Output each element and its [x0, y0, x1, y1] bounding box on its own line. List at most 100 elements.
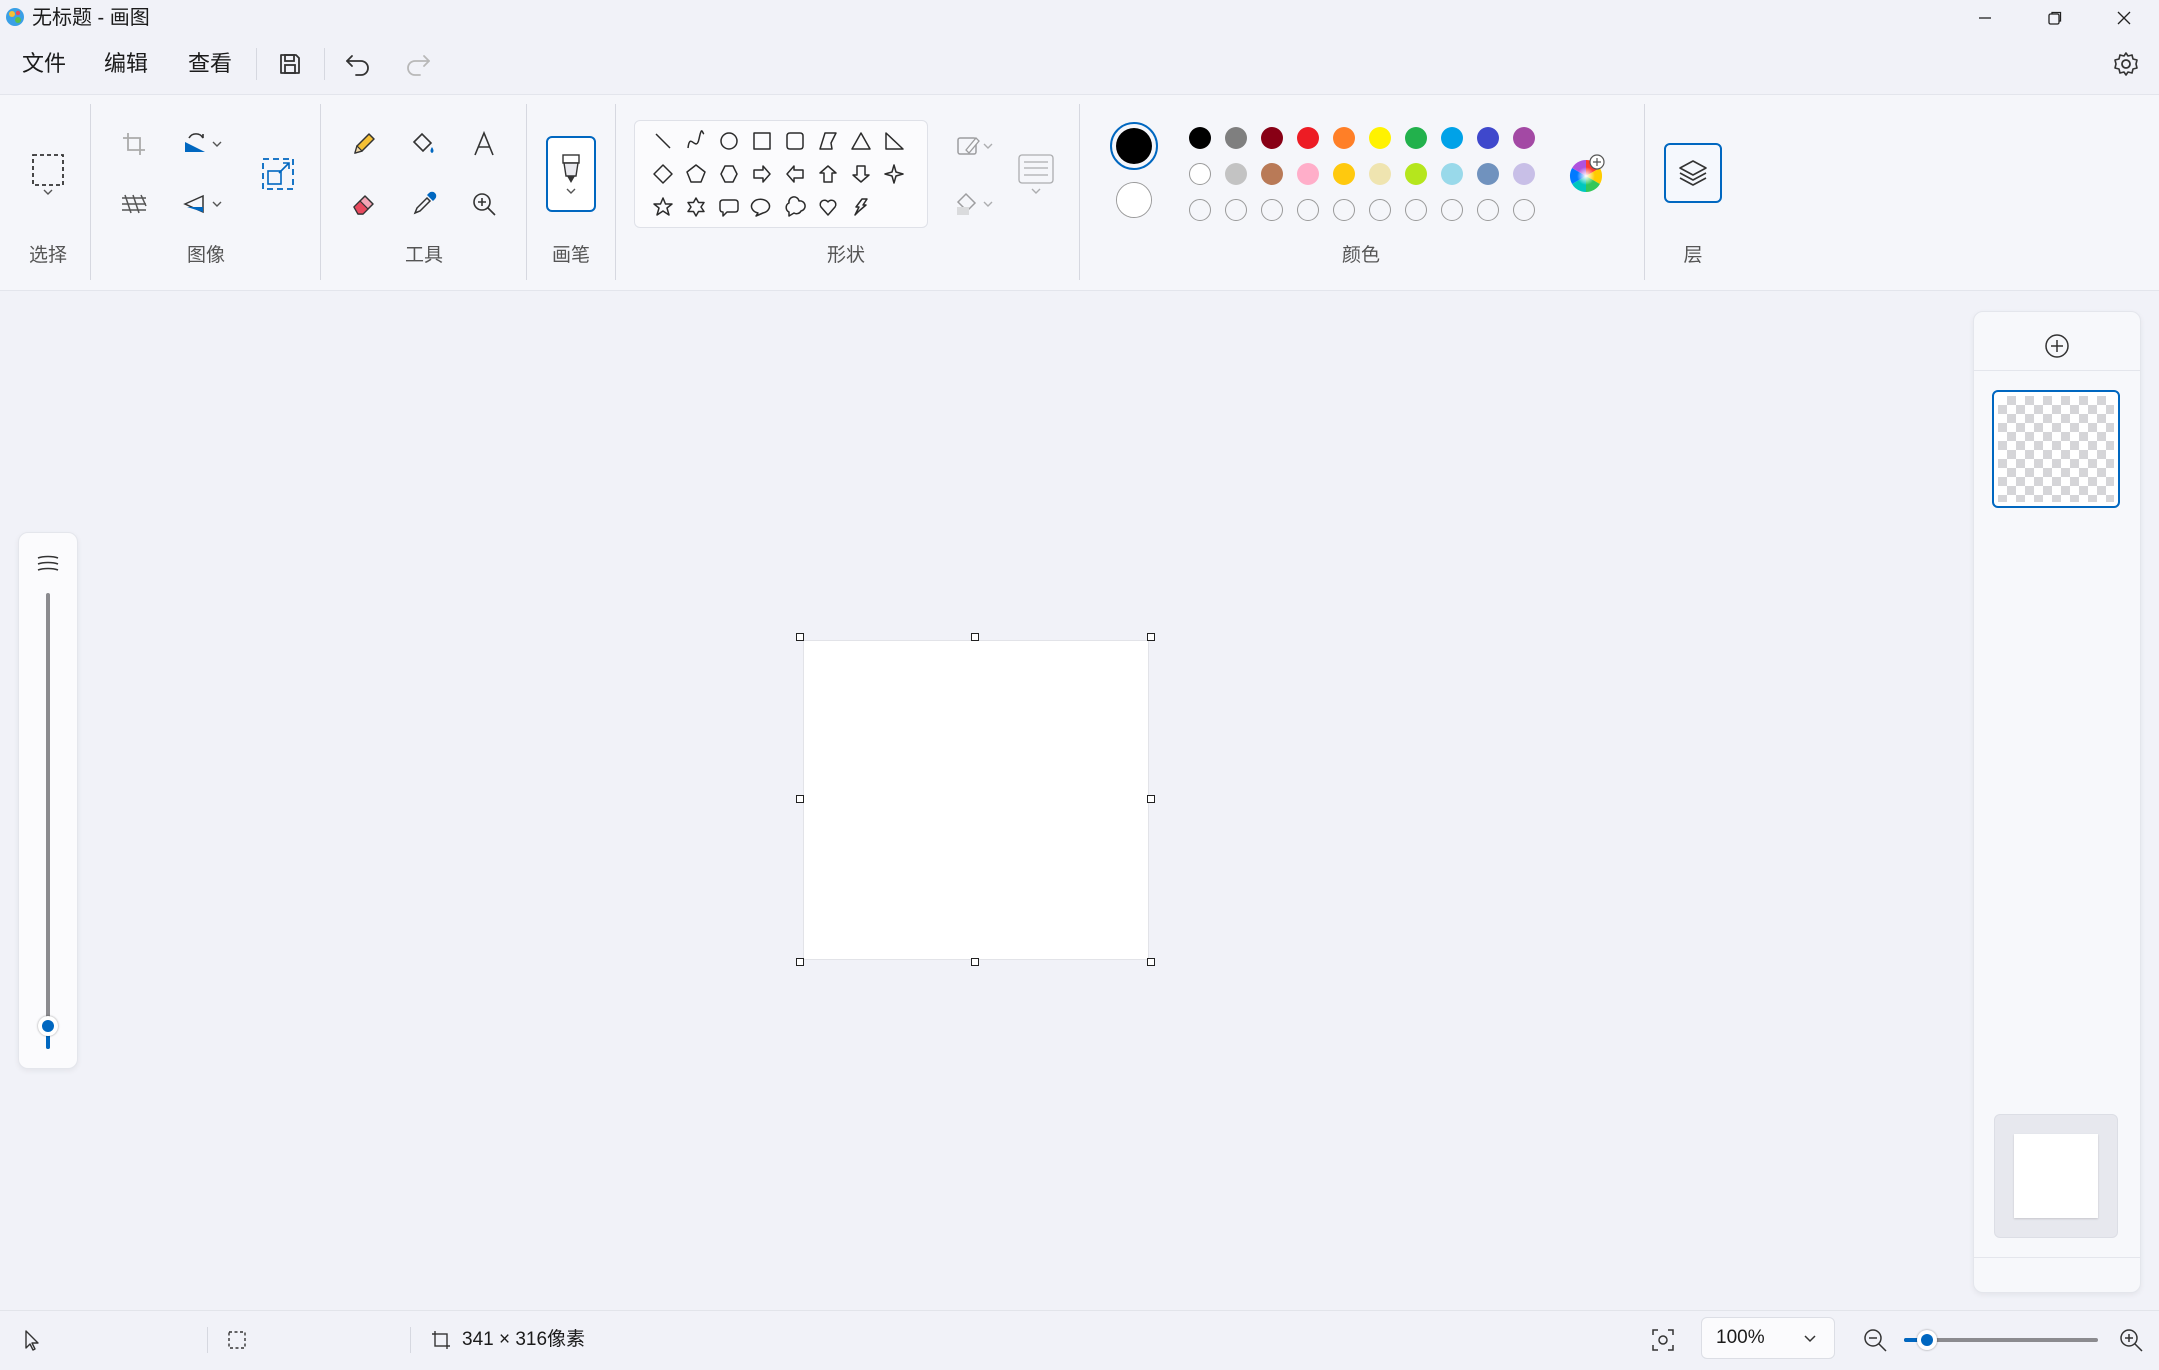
shape-fill-button[interactable] [944, 186, 1004, 222]
resize-handle-top-left[interactable] [796, 633, 804, 641]
menu-edit[interactable]: 编辑 [104, 48, 148, 80]
down-arrow-shape-icon[interactable] [847, 160, 875, 188]
custom-color-slot[interactable] [1225, 199, 1247, 221]
resize-handle-right[interactable] [1147, 795, 1155, 803]
left-arrow-shape-icon[interactable] [781, 160, 809, 188]
six-point-star-shape-icon[interactable] [682, 193, 710, 221]
add-layer-button[interactable] [2037, 326, 2077, 366]
hexagon-shape-icon[interactable] [715, 160, 743, 188]
custom-color-slot[interactable] [1261, 199, 1283, 221]
resize-handle-left[interactable] [796, 795, 804, 803]
eraser-tool-button[interactable] [346, 186, 382, 222]
resize-handle-bottom-right[interactable] [1147, 958, 1155, 966]
color-swatch[interactable] [1189, 127, 1211, 149]
custom-color-slot[interactable] [1297, 199, 1319, 221]
resize-handle-top-right[interactable] [1147, 633, 1155, 641]
brush-size-thumb[interactable] [38, 1016, 58, 1037]
menu-file[interactable]: 文件 [22, 48, 66, 80]
brush-size-track[interactable] [46, 593, 50, 1049]
custom-color-slot[interactable] [1333, 199, 1355, 221]
color-swatch[interactable] [1189, 163, 1211, 185]
color-swatch[interactable] [1297, 127, 1319, 149]
oval-callout-shape-icon[interactable] [748, 193, 776, 221]
drawing-canvas[interactable] [803, 640, 1149, 960]
up-arrow-shape-icon[interactable] [814, 160, 842, 188]
fit-to-window-button[interactable] [1646, 1323, 1680, 1357]
resize-handle-top[interactable] [971, 633, 979, 641]
color-swatch[interactable] [1333, 163, 1355, 185]
close-button[interactable] [2089, 0, 2159, 36]
lightning-shape-icon[interactable] [847, 193, 875, 221]
diamond-shape-icon[interactable] [649, 160, 677, 188]
crop-button[interactable] [116, 126, 152, 162]
color-swatch[interactable] [1477, 127, 1499, 149]
minimize-button[interactable] [1950, 0, 2020, 36]
polygon-shape-icon[interactable] [814, 127, 842, 155]
color-swatch[interactable] [1513, 163, 1535, 185]
menu-view[interactable]: 查看 [188, 48, 232, 80]
custom-color-slot[interactable] [1369, 199, 1391, 221]
four-point-star-shape-icon[interactable] [880, 160, 908, 188]
right-arrow-shape-icon[interactable] [748, 160, 776, 188]
layers-button[interactable] [1664, 143, 1722, 203]
color-swatch[interactable] [1513, 127, 1535, 149]
color-swatch[interactable] [1261, 163, 1283, 185]
color-swatch[interactable] [1261, 127, 1283, 149]
pentagon-shape-icon[interactable] [682, 160, 710, 188]
save-button[interactable] [268, 44, 312, 84]
custom-color-slot[interactable] [1513, 199, 1535, 221]
redo-button[interactable] [396, 44, 440, 84]
color-picker-button[interactable] [406, 186, 442, 222]
edit-colors-button[interactable] [1568, 150, 1606, 198]
zoom-select[interactable]: 100% [1701, 1317, 1835, 1359]
cloud-callout-shape-icon[interactable] [781, 193, 809, 221]
five-point-star-shape-icon[interactable] [649, 193, 677, 221]
color-swatch[interactable] [1369, 163, 1391, 185]
fill-tool-button[interactable] [406, 126, 442, 162]
color-swatch[interactable] [1369, 127, 1391, 149]
text-tool-button[interactable] [466, 126, 502, 162]
rotate-button[interactable] [176, 126, 228, 162]
brushes-button[interactable] [546, 136, 596, 212]
rounded-rectangle-shape-icon[interactable] [781, 127, 809, 155]
magnifier-button[interactable] [466, 186, 502, 222]
custom-color-slot[interactable] [1405, 199, 1427, 221]
select-tool-button[interactable] [26, 140, 70, 210]
line-shape-icon[interactable] [649, 127, 677, 155]
resize-handle-bottom-left[interactable] [796, 958, 804, 966]
color-swatch[interactable] [1441, 163, 1463, 185]
oval-shape-icon[interactable] [715, 127, 743, 155]
flip-button[interactable] [176, 186, 228, 222]
zoom-in-button[interactable] [2114, 1323, 2148, 1357]
resize-button[interactable] [256, 152, 300, 196]
remove-background-button[interactable] [116, 186, 152, 222]
color-swatch[interactable] [1333, 127, 1355, 149]
zoom-slider-thumb[interactable] [1917, 1330, 1938, 1350]
background-layer[interactable] [1994, 1114, 2118, 1238]
heart-shape-icon[interactable] [814, 193, 842, 221]
secondary-color-button[interactable] [1116, 182, 1152, 218]
undo-button[interactable] [336, 44, 380, 84]
settings-button[interactable] [2104, 44, 2148, 84]
curve-shape-icon[interactable] [682, 127, 710, 155]
color-swatch[interactable] [1225, 127, 1247, 149]
custom-color-slot[interactable] [1441, 199, 1463, 221]
color-swatch[interactable] [1441, 127, 1463, 149]
custom-color-slot[interactable] [1189, 199, 1211, 221]
color-swatch[interactable] [1405, 127, 1427, 149]
pencil-tool-button[interactable] [346, 126, 382, 162]
color-swatch[interactable] [1225, 163, 1247, 185]
triangle-shape-icon[interactable] [847, 127, 875, 155]
color-swatch[interactable] [1477, 163, 1499, 185]
color-swatch[interactable] [1297, 163, 1319, 185]
resize-handle-bottom[interactable] [971, 958, 979, 966]
primary-color-button[interactable] [1110, 122, 1158, 170]
custom-color-slot[interactable] [1477, 199, 1499, 221]
line-width-button[interactable] [1012, 142, 1060, 206]
restore-button[interactable] [2020, 0, 2090, 36]
right-triangle-shape-icon[interactable] [880, 127, 908, 155]
color-swatch[interactable] [1405, 163, 1427, 185]
rounded-callout-shape-icon[interactable] [715, 193, 743, 221]
rectangle-shape-icon[interactable] [748, 127, 776, 155]
zoom-out-button[interactable] [1858, 1323, 1892, 1357]
